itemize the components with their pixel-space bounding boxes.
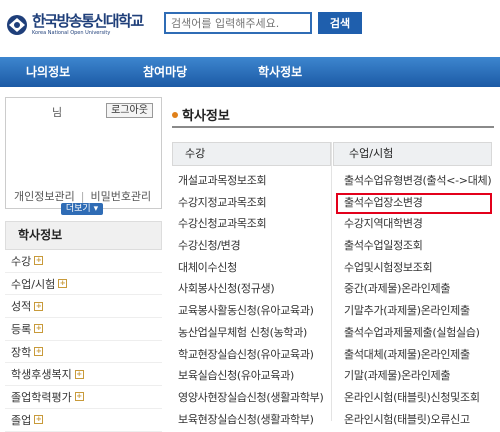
menu-link[interactable]: 기말(과제물)온라인제출	[333, 365, 492, 387]
menu-link[interactable]: 보육현장실습신청(생활과학부)	[172, 409, 331, 431]
left-menu-item[interactable]: 등록 +	[5, 318, 162, 341]
highlight-box	[336, 193, 492, 214]
menu-link[interactable]: 대체이수신청	[172, 257, 331, 279]
more-label: 더보기	[65, 204, 91, 214]
menu-link[interactable]: 사회봉사신청(정규생)	[172, 278, 331, 300]
left-menu-item[interactable]: 장학 +	[5, 341, 162, 364]
menu-link[interactable]: 교육봉사활동신청(유아교육과)	[172, 300, 331, 322]
search-button[interactable]: 검색	[318, 12, 362, 34]
account-links: 개인정보관리 | 비밀번호관리	[14, 188, 151, 204]
left-menu-label: 성적	[11, 300, 32, 314]
column-heading-enrollment: 수강	[172, 142, 331, 166]
column-heading-class-exam: 수업/시험	[333, 142, 492, 166]
left-menu-label: 졸업	[11, 413, 32, 427]
menu-link[interactable]: 수강신청/변경	[172, 235, 331, 257]
nav-item-academic[interactable]: 학사정보	[258, 57, 302, 87]
title-divider	[172, 126, 494, 128]
menu-link[interactable]: 보육실습신청(유아교육과)	[172, 365, 331, 387]
left-menu-label: 수업/시험	[11, 277, 56, 291]
user-name: 님	[52, 106, 63, 119]
left-menu-item[interactable]: 졸업학력평가 +	[5, 386, 162, 409]
page-title-block: 학사정보	[172, 105, 230, 124]
menu-link[interactable]: 온라인시험(태블릿)오류신고	[333, 409, 492, 431]
left-menu: 수강 + 수업/시험 + 성적 + 등록 + 장학 + 학생후생복지 + 졸업학력평가 + 졸…	[5, 250, 162, 432]
left-menu-title: 학사정보	[5, 221, 162, 250]
chevron-down-icon: ▾	[93, 204, 99, 214]
change-password-link[interactable]: 비밀번호관리	[90, 190, 151, 203]
left-menu-label: 장학	[11, 345, 32, 359]
menu-link[interactable]: 출석수업과제물제출(실험실습)	[333, 322, 492, 344]
menu-link[interactable]: 개설교과목정보조회	[172, 170, 331, 192]
account-settings-link[interactable]: 개인정보관리	[14, 190, 75, 203]
logo-text: 한국방송통신대학교	[32, 12, 144, 30]
column-divider	[331, 142, 332, 421]
menu-link[interactable]: 수강지역대학변경	[333, 213, 492, 235]
menu-link[interactable]: 농산업실무체험 신청(농학과)	[172, 322, 331, 344]
menu-link[interactable]: 온라인시험(태블릿)신청및조회	[333, 387, 492, 409]
left-menu-label: 수강	[11, 254, 32, 268]
menu-link[interactable]: 출석수업유형변경(출석<->대체)	[333, 170, 492, 192]
main-nav: 나의정보 참여마당 학사정보	[0, 57, 500, 87]
logout-button[interactable]: 로그아웃	[106, 103, 153, 118]
search-input[interactable]	[164, 12, 312, 34]
university-logo[interactable]: 한국방송통신대학교 Korea National Open University	[6, 10, 156, 40]
menu-link[interactable]: 학교현장실습신청(유아교육과)	[172, 344, 331, 366]
link-separator: |	[80, 190, 85, 203]
menu-link[interactable]: 기말추가(과제물)온라인제출	[333, 300, 492, 322]
logo-emblem-icon	[7, 15, 27, 35]
menu-link[interactable]: 출석대체(과제물)온라인제출	[333, 344, 492, 366]
title-bullet-icon	[172, 111, 178, 118]
menu-link[interactable]: 중간(과제물)온라인제출	[333, 278, 492, 300]
expand-plus-icon[interactable]: +	[34, 256, 44, 266]
expand-plus-icon[interactable]: +	[34, 301, 44, 311]
menu-link[interactable]: 수강지정교과목조회	[172, 192, 331, 214]
left-menu-label: 졸업학력평가	[11, 390, 72, 404]
menu-link[interactable]: 출석수업일정조회	[333, 235, 492, 257]
nav-item-myinfo[interactable]: 나의정보	[26, 57, 70, 87]
enrollment-links: 개설교과목정보조회 수강지정교과목조회 수강신청교과목조회 수강신청/변경 대체…	[172, 170, 331, 430]
expand-plus-icon[interactable]: +	[34, 415, 44, 425]
nav-item-participate[interactable]: 참여마당	[143, 57, 187, 87]
menu-link[interactable]: 영양사현장실습신청(생활과학부)	[172, 387, 331, 409]
left-menu-label: 등록	[11, 322, 32, 336]
expand-plus-icon[interactable]: +	[34, 347, 44, 357]
left-menu-item[interactable]: 수업/시험 +	[5, 273, 162, 296]
expand-plus-icon[interactable]: +	[34, 324, 44, 334]
left-menu-item[interactable]: 성적 +	[5, 295, 162, 319]
left-menu-item[interactable]: 수강 +	[5, 250, 162, 273]
logo-subtext: Korea National Open University	[32, 30, 111, 36]
expand-plus-icon[interactable]: +	[74, 392, 84, 402]
left-menu-item[interactable]: 졸업 +	[5, 409, 162, 432]
menu-link[interactable]: 수업및시험정보조회	[333, 257, 492, 279]
left-menu-label: 학생후생복지	[11, 368, 72, 382]
page-title: 학사정보	[182, 109, 230, 124]
expand-plus-icon[interactable]: +	[74, 369, 84, 379]
expand-plus-icon[interactable]: +	[58, 279, 68, 289]
menu-link[interactable]: 수강신청교과목조회	[172, 213, 331, 235]
left-menu-item[interactable]: 학생후생복지 +	[5, 363, 162, 387]
more-button[interactable]: 더보기 ▾	[61, 203, 103, 215]
